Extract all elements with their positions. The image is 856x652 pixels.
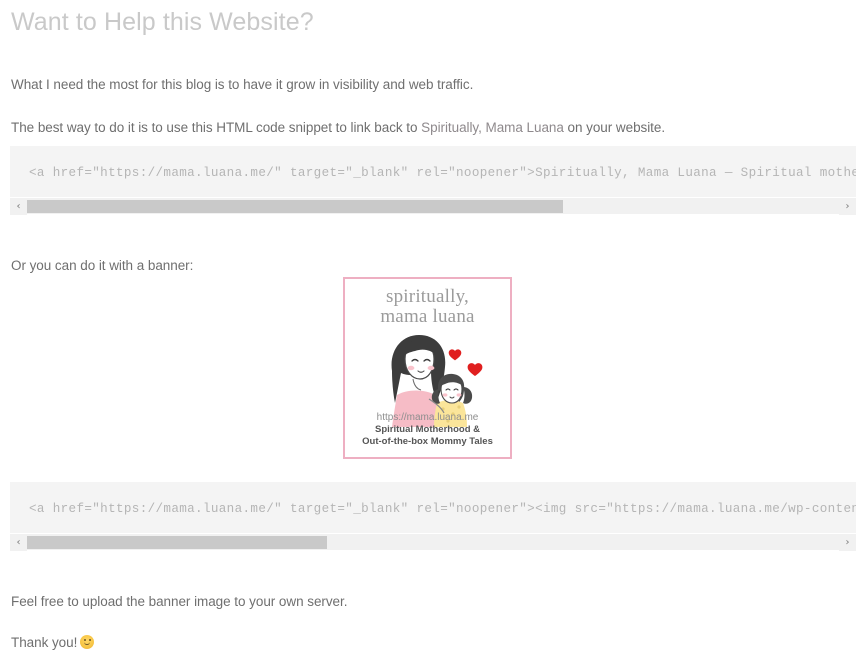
scroll-track[interactable] — [27, 199, 839, 213]
banner-tagline-line-2: Out-of-the-box Mommy Tales — [362, 436, 493, 447]
banner-title-line-1: spiritually, — [386, 286, 469, 307]
code-snippet-text-link: <a href="https://mama.luana.me/" target=… — [10, 146, 856, 215]
paragraph-intro: What I need the most for this blog is to… — [11, 76, 474, 92]
banner-url: https://mama.luana.me — [376, 412, 479, 423]
article-content: Want to Help this Website? What I need t… — [0, 0, 856, 650]
banner-title: spiritually, mama luana — [345, 287, 510, 327]
scroll-left-arrow-icon[interactable]: ‹ — [10, 197, 27, 215]
paragraph-upload-note: Feel free to upload the banner image to … — [11, 593, 348, 609]
code-snippet-text-link-box[interactable]: <a href="https://mama.luana.me/" target=… — [10, 146, 856, 197]
scroll-track[interactable] — [27, 535, 839, 549]
paragraph-best-way-suffix: on your website. — [563, 119, 666, 135]
banner-image-holder: spiritually, mama luana https://mama.lua… — [343, 277, 512, 459]
scroll-right-arrow-icon[interactable]: › — [839, 533, 856, 551]
paragraph-banner-option: Or you can do it with a banner: — [11, 257, 194, 273]
code-snippet-banner-link-box[interactable]: <a href="https://mama.luana.me/" target=… — [10, 482, 856, 533]
paragraph-thanks: Thank you! — [11, 633, 95, 652]
paragraph-thanks-text: Thank you! — [11, 634, 78, 650]
banner-tagline: Spiritual Motherhood & Out-of-the-box Mo… — [345, 424, 510, 448]
code-snippet-banner-link: <a href="https://mama.luana.me/" target=… — [10, 482, 856, 551]
link-spiritually-mama-luana[interactable]: Spiritually, Mama Luana — [421, 120, 564, 135]
code-snippet-banner-link-code: <a href="https://mama.luana.me/" target=… — [29, 502, 856, 516]
paragraph-best-way: The best way to do it is to use this HTM… — [11, 118, 665, 137]
paragraph-best-way-prefix: The best way to do it is to use this HTM… — [11, 119, 422, 135]
banner-title-line-2: mama luana — [380, 306, 475, 327]
scroll-thumb[interactable] — [27, 199, 563, 213]
scroll-left-arrow-icon[interactable]: ‹ — [10, 533, 27, 551]
scroll-right-arrow-icon[interactable]: › — [839, 197, 856, 215]
code-snippet-text-link-scrollbar[interactable]: ‹ › — [10, 197, 856, 215]
scroll-thumb[interactable] — [27, 535, 328, 549]
page-title: Want to Help this Website? — [11, 8, 314, 36]
code-snippet-text-link-code: <a href="https://mama.luana.me/" target=… — [29, 166, 856, 180]
banner-tagline-line-1: Spiritual Motherhood & — [374, 424, 481, 435]
code-snippet-banner-link-scrollbar[interactable]: ‹ › — [10, 533, 856, 551]
banner-image: spiritually, mama luana https://mama.lua… — [343, 277, 512, 459]
slightly-smiling-face-emoji — [80, 634, 95, 649]
